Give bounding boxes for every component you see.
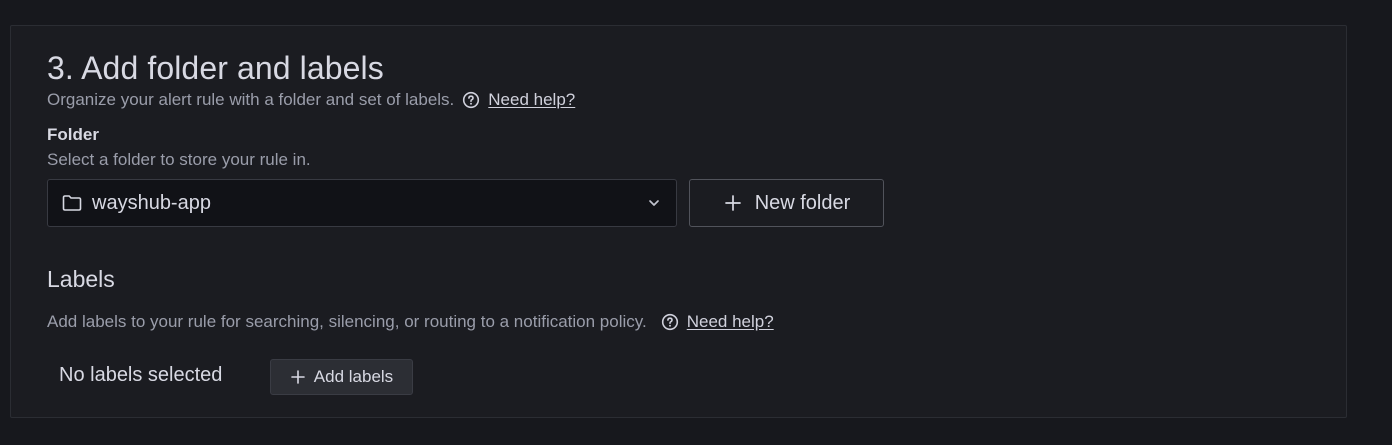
question-circle-icon [661, 313, 679, 331]
new-folder-button-label: New folder [754, 191, 851, 214]
folder-field-label: Folder [47, 125, 99, 144]
folder-select[interactable]: wayshub-app [47, 179, 677, 227]
folder-icon [61, 192, 83, 214]
section-title: 3. Add folder and labels [47, 50, 384, 86]
labels-description: Add labels to your rule for searching, s… [47, 312, 647, 331]
plus-icon [290, 369, 306, 385]
question-circle-icon [462, 91, 480, 109]
no-labels-text: No labels selected [59, 364, 223, 386]
labels-description-row: Add labels to your rule for searching, s… [47, 310, 774, 334]
section-description-row: Organize your alert rule with a folder a… [47, 88, 575, 112]
add-labels-button-label: Add labels [313, 367, 394, 386]
folder-field-description: Select a folder to store your rule in. [47, 150, 311, 169]
chevron-down-icon [646, 195, 662, 211]
add-labels-button[interactable]: Add labels [270, 359, 413, 395]
labels-help-link[interactable]: Need help? [687, 312, 774, 332]
new-folder-button[interactable]: New folder [689, 179, 884, 227]
section-help-link[interactable]: Need help? [488, 90, 575, 110]
section-description: Organize your alert rule with a folder a… [47, 90, 455, 109]
plus-icon [723, 193, 743, 213]
folder-select-value: wayshub-app [92, 191, 211, 214]
labels-heading: Labels [47, 266, 115, 292]
folder-labels-section: 3. Add folder and labels Organize your a… [10, 25, 1347, 418]
